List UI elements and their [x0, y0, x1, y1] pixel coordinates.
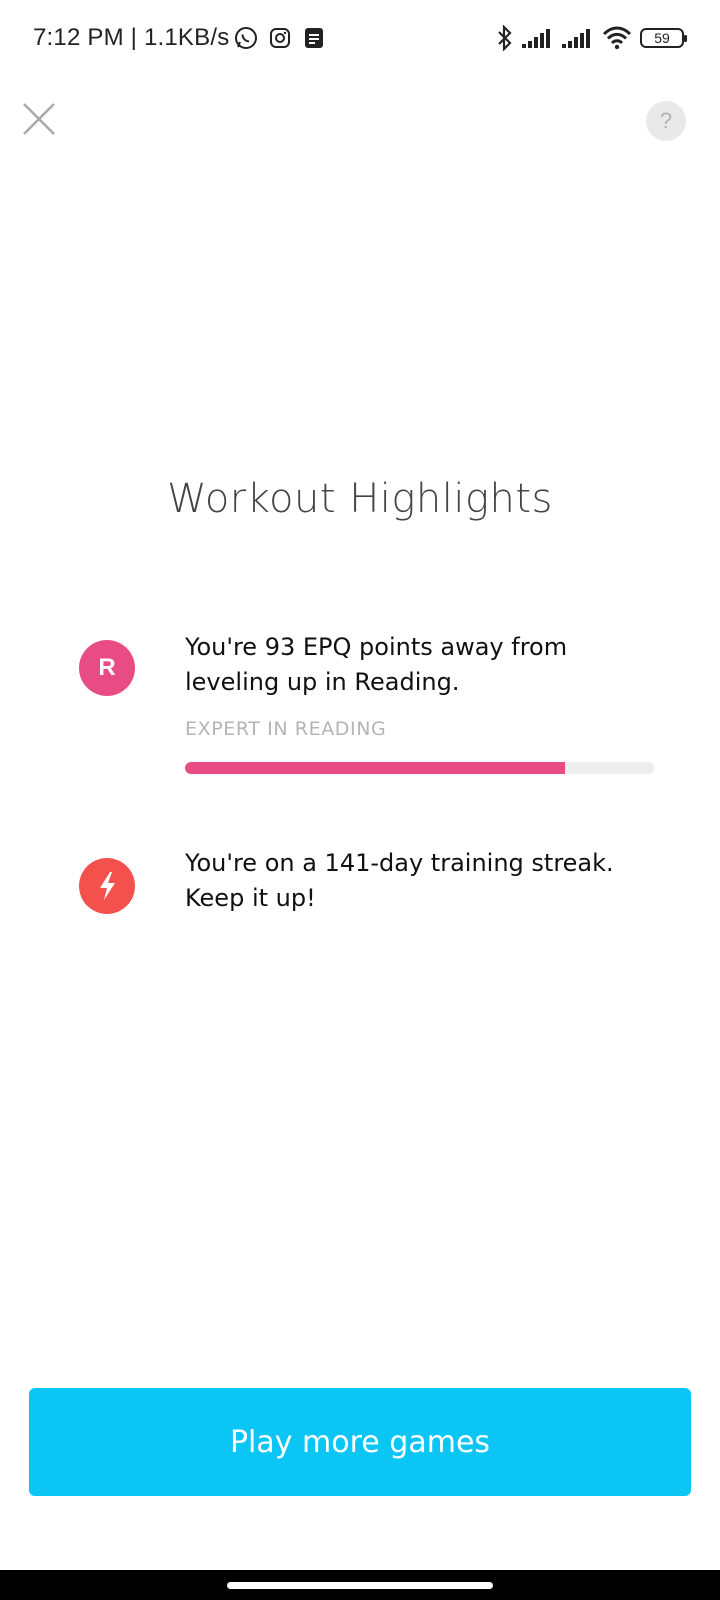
- lightning-icon: [100, 872, 115, 900]
- close-button[interactable]: [22, 102, 56, 136]
- close-icon: [23, 103, 55, 135]
- highlight-text: You're on a 141-day training streak. Kee…: [185, 849, 614, 912]
- progress-fill: [185, 762, 565, 774]
- play-more-games-button[interactable]: Play more games: [29, 1388, 691, 1496]
- status-right: 59: [496, 25, 687, 51]
- instagram-icon: [270, 28, 290, 48]
- help-icon: ?: [659, 108, 673, 133]
- help-button[interactable]: ?: [646, 101, 686, 141]
- progress-bar: [185, 762, 654, 774]
- reading-badge: R: [79, 640, 135, 696]
- signal-icon: [562, 29, 590, 48]
- page-title: Workout Highlights: [167, 476, 553, 522]
- battery-level: 59: [654, 30, 670, 46]
- status-bar: 7:12 PM | 1.1KB/s 59: [0, 0, 720, 80]
- document-icon: [305, 28, 323, 48]
- signal-icon: [522, 29, 550, 48]
- streak-badge: [79, 858, 135, 914]
- battery-icon: 59: [640, 28, 687, 48]
- workout-highlights-screen: 7:12 PM | 1.1KB/s 59 ? Workout Highlight…: [0, 0, 720, 1600]
- home-indicator[interactable]: [227, 1582, 493, 1589]
- whatsapp-icon: [235, 27, 257, 49]
- bluetooth-icon: [498, 25, 512, 51]
- highlight-text: You're 93 EPQ points away from leveling …: [185, 633, 568, 696]
- status-app-icons: [234, 26, 326, 50]
- status-time: 7:12 PM | 1.1KB/s: [33, 24, 230, 51]
- navigation-bar: [0, 1570, 720, 1600]
- wifi-icon: [602, 26, 632, 50]
- level-label: EXPERT IN READING: [185, 718, 387, 740]
